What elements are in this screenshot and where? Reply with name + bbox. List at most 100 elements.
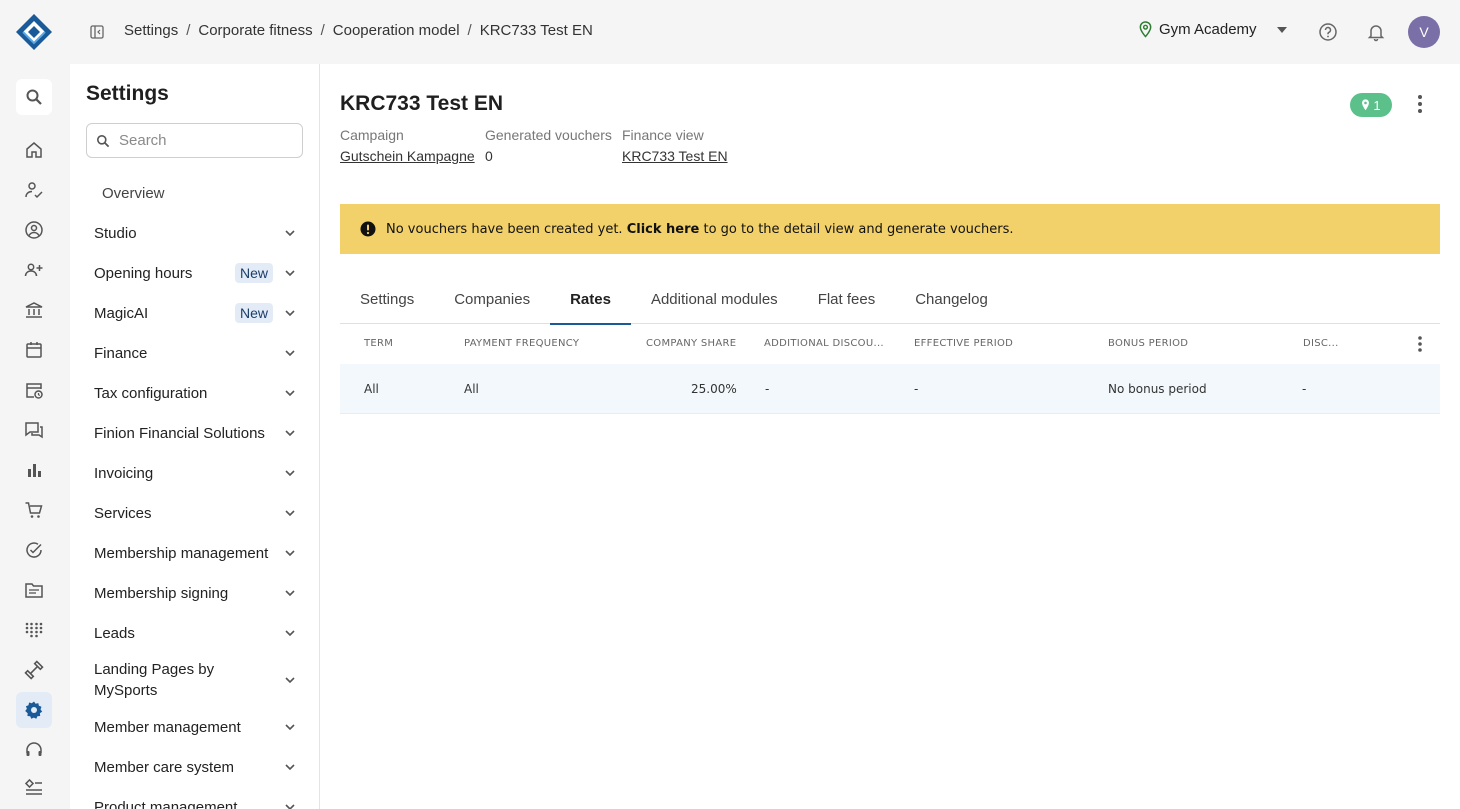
- column-header[interactable]: ADDITIONAL DISCOU...: [764, 338, 884, 349]
- headset-icon[interactable]: [16, 732, 52, 768]
- tab-settings[interactable]: Settings: [340, 284, 434, 324]
- new-badge: New: [235, 303, 274, 323]
- document-icon[interactable]: [16, 572, 52, 608]
- finance-view-label: Finance view: [622, 127, 704, 143]
- nav-item-studio[interactable]: Studio: [70, 213, 319, 253]
- nav-item-label: Member care system: [94, 758, 235, 776]
- nav-item-membership-management[interactable]: Membership management: [70, 533, 319, 573]
- nav-item-landing-pages[interactable]: Landing Pages by MySports: [70, 653, 319, 707]
- voucher-alert: No vouchers have been created yet. Click…: [340, 204, 1440, 254]
- table-row[interactable]: All All 25.00% - - No bonus period -: [340, 364, 1440, 414]
- logo[interactable]: [14, 12, 54, 52]
- settings-search-input[interactable]: [119, 132, 289, 149]
- nav-item-label: Tax configuration: [94, 384, 208, 402]
- table-header: TERM PAYMENT FREQUENCY COMPANY SHARE ADD…: [340, 324, 1440, 364]
- campaign-link[interactable]: Gutschein Kampagne: [340, 148, 475, 164]
- top-bar: Settings / Corporate fitness / Cooperation…: [0, 0, 1460, 64]
- vouchers-field: Generated vouchers 0: [485, 127, 612, 164]
- settings-icon[interactable]: [16, 692, 52, 728]
- nav-item-services[interactable]: Services: [70, 493, 319, 533]
- breadcrumb-current: KRC733 Test EN: [479, 22, 593, 39]
- nav-item-tax-configuration[interactable]: Tax configuration: [70, 373, 319, 413]
- campaign-label: Campaign: [340, 127, 404, 143]
- bell-icon[interactable]: [1366, 22, 1386, 42]
- cart-icon[interactable]: [16, 492, 52, 528]
- tenant-name: Gym Academy: [1159, 21, 1257, 38]
- member-check-icon[interactable]: [16, 172, 52, 208]
- breadcrumb-item[interactable]: Corporate fitness: [198, 22, 312, 39]
- search-icon[interactable]: [16, 79, 52, 115]
- nav-item-membership-signing[interactable]: Membership signing: [70, 573, 319, 613]
- nav-item-magicai[interactable]: MagicAI New: [70, 293, 319, 333]
- more-options-icon[interactable]: [1410, 92, 1430, 116]
- home-icon[interactable]: [16, 132, 52, 168]
- settings-search[interactable]: [86, 123, 303, 158]
- cell-discount: -: [1302, 382, 1307, 396]
- settings-nav-list: Studio Opening hours New MagicAI New Finan…: [70, 213, 319, 809]
- tenant-selector[interactable]: Gym Academy: [1138, 21, 1287, 38]
- column-header[interactable]: BONUS PERIOD: [1108, 338, 1188, 349]
- caret-down-icon: [1276, 26, 1287, 33]
- column-header[interactable]: DISC...: [1303, 338, 1339, 349]
- tab-changelog[interactable]: Changelog: [895, 284, 1008, 324]
- new-badge: New: [235, 263, 274, 283]
- calendar-clock-icon[interactable]: [16, 372, 52, 408]
- column-header[interactable]: COMPANY SHARE: [646, 338, 736, 349]
- nav-item-member-care[interactable]: Member care system: [70, 747, 319, 787]
- chevron-down-icon: [285, 270, 295, 277]
- location-count-badge[interactable]: 1: [1350, 93, 1392, 117]
- nav-item-invoicing[interactable]: Invoicing: [70, 453, 319, 493]
- check-circle-icon[interactable]: [16, 532, 52, 568]
- tab-flat-fees[interactable]: Flat fees: [798, 284, 896, 324]
- nav-item-opening-hours[interactable]: Opening hours New: [70, 253, 319, 293]
- chevron-down-icon: [285, 350, 295, 357]
- tab-bar: Settings Companies Rates Additional modu…: [340, 284, 1440, 325]
- alert-text: No vouchers have been created yet.: [386, 221, 623, 237]
- nav-item-leads[interactable]: Leads: [70, 613, 319, 653]
- column-header[interactable]: PAYMENT FREQUENCY: [464, 338, 579, 349]
- tab-additional-modules[interactable]: Additional modules: [631, 284, 798, 324]
- nav-item-finion[interactable]: Finion Financial Solutions: [70, 413, 319, 453]
- cell-company-share: 25.00%: [691, 382, 737, 396]
- alert-link[interactable]: Click here: [627, 222, 700, 237]
- bank-icon[interactable]: [16, 292, 52, 328]
- breadcrumb-item[interactable]: Settings: [124, 22, 178, 39]
- dumbbell-icon[interactable]: [16, 652, 52, 688]
- main-content: KRC733 Test EN 1 Campaign Gutschein Kamp…: [320, 64, 1460, 809]
- nav-item-label: Studio: [94, 224, 137, 242]
- location-count: 1: [1373, 97, 1381, 113]
- calendar-icon[interactable]: [16, 332, 52, 368]
- person-circle-icon[interactable]: [16, 212, 52, 248]
- column-header[interactable]: EFFECTIVE PERIOD: [914, 338, 1013, 349]
- tab-rates[interactable]: Rates: [550, 284, 631, 325]
- help-icon[interactable]: [1318, 22, 1338, 42]
- panel-toggle-icon[interactable]: [89, 24, 105, 40]
- nav-item-member-management[interactable]: Member management: [70, 707, 319, 747]
- nav-item-label: Landing Pages by MySports: [94, 661, 215, 699]
- chat-icon[interactable]: [16, 412, 52, 448]
- campaign-field: Campaign Gutschein Kampagne: [340, 127, 475, 164]
- nav-item-finance[interactable]: Finance: [70, 333, 319, 373]
- search-icon: [97, 134, 110, 147]
- chevron-down-icon: [285, 430, 295, 437]
- avatar[interactable]: V: [1408, 16, 1440, 48]
- dots-grid-icon[interactable]: [16, 612, 52, 648]
- breadcrumb-item[interactable]: Cooperation model: [333, 22, 460, 39]
- column-options-icon[interactable]: [1410, 334, 1430, 354]
- nav-item-label: Finion Financial Solutions: [94, 424, 265, 442]
- nav-item-label: Finance: [94, 344, 148, 362]
- chevron-down-icon: [285, 310, 295, 317]
- bar-chart-icon[interactable]: [16, 452, 52, 488]
- tab-companies[interactable]: Companies: [434, 284, 550, 324]
- finance-view-link[interactable]: KRC733 Test EN: [622, 148, 728, 164]
- widgets-icon[interactable]: [16, 770, 52, 806]
- add-people-icon[interactable]: [16, 252, 52, 288]
- nav-item-label: Membership management: [94, 544, 269, 562]
- cell-term: All: [364, 382, 379, 396]
- chevron-down-icon: [285, 230, 295, 237]
- nav-item-product-management[interactable]: Product management: [70, 787, 319, 809]
- chevron-down-icon: [285, 590, 295, 597]
- nav-overview[interactable]: Overview: [102, 185, 165, 202]
- column-header[interactable]: TERM: [364, 338, 393, 349]
- chevron-down-icon: [285, 390, 295, 397]
